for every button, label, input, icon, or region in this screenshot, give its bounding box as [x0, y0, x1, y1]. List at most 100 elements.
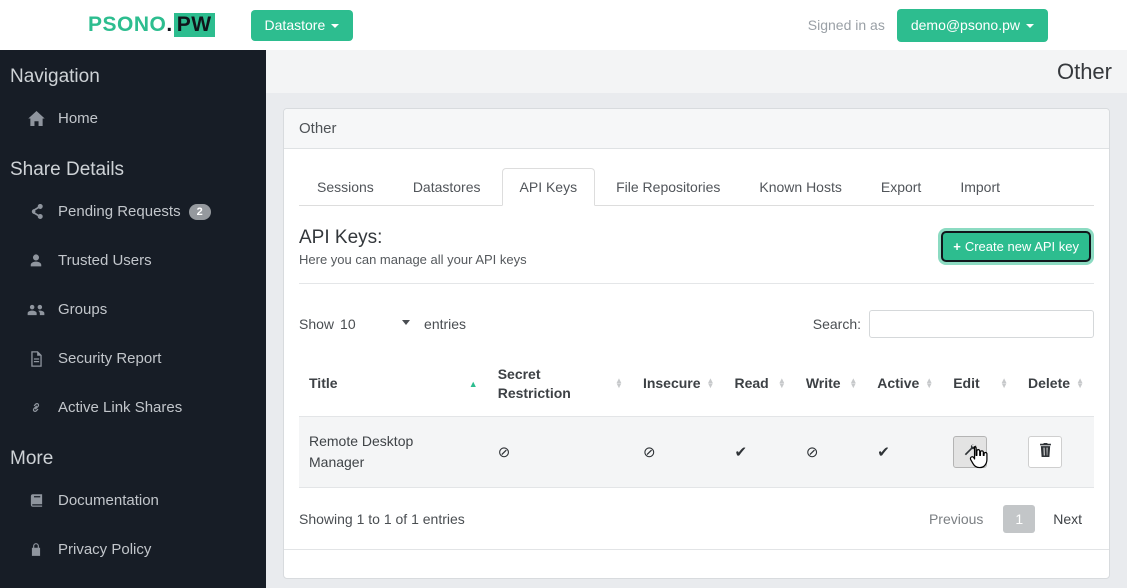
sort-asc-icon: ▲	[469, 379, 478, 389]
table-row: Remote Desktop Manager ⊘ ⊘ ✔ ⊘ ✔	[299, 416, 1094, 487]
user-icon	[27, 253, 45, 269]
sidebar-item-home[interactable]: Home	[0, 94, 266, 143]
table-info: Showing 1 to 1 of 1 entries	[299, 511, 465, 527]
pagination: Previous 1 Next	[915, 505, 1094, 533]
sidebar-item-label: Security Report	[58, 350, 161, 367]
sidebar-item-privacy-policy[interactable]: Privacy Policy	[0, 525, 266, 574]
pending-requests-count-badge: 2	[189, 204, 211, 220]
tab-datastores[interactable]: Datastores	[395, 168, 499, 206]
content-area: Other Sessions Datastores API Keys File …	[266, 93, 1127, 588]
check-icon: ✔	[877, 444, 890, 461]
trash-icon	[1039, 443, 1052, 460]
tab-import[interactable]: Import	[942, 168, 1018, 206]
tab-bar: Sessions Datastores API Keys File Reposi…	[299, 168, 1094, 206]
sort-icon: ▲▼	[849, 379, 857, 389]
api-key-title: Remote Desktop Manager	[309, 431, 434, 473]
section-divider	[299, 283, 1094, 284]
tab-file-repositories[interactable]: File Repositories	[598, 168, 738, 206]
api-keys-header: API Keys: Here you can manage all your A…	[299, 227, 1094, 267]
sidebar-item-groups[interactable]: Groups	[0, 285, 266, 334]
tab-export[interactable]: Export	[863, 168, 939, 206]
sidebar-section-share-details: Share Details	[0, 143, 266, 187]
sort-icon: ▲▼	[707, 379, 715, 389]
caret-down-icon	[331, 24, 339, 28]
sidebar-item-trusted-users[interactable]: Trusted Users	[0, 236, 266, 285]
logo-dot: .	[166, 13, 172, 37]
column-header-read[interactable]: Read▲▼	[724, 352, 795, 416]
api-keys-subheading: Here you can manage all your API keys	[299, 252, 527, 267]
tab-known-hosts[interactable]: Known Hosts	[741, 168, 859, 206]
datastore-dropdown-button[interactable]: Datastore	[251, 10, 354, 41]
user-account-dropdown-button[interactable]: demo@psono.pw	[897, 9, 1048, 42]
tab-api-keys[interactable]: API Keys	[502, 168, 596, 206]
entries-label: entries	[424, 316, 466, 332]
topbar: PSONO.PW Datastore Signed in as demo@pso…	[0, 0, 1127, 50]
other-panel: Other Sessions Datastores API Keys File …	[283, 108, 1110, 579]
show-label: Show	[299, 316, 334, 332]
column-header-title[interactable]: Title▲	[299, 352, 488, 416]
sort-icon: ▲▼	[1000, 379, 1008, 389]
wrench-icon	[963, 443, 977, 460]
sort-icon: ▲▼	[778, 379, 786, 389]
create-new-api-key-label: Create new API key	[965, 239, 1079, 254]
column-header-edit[interactable]: Edit▲▼	[943, 352, 1018, 416]
lock-icon	[27, 542, 45, 558]
pagination-next[interactable]: Next	[1041, 505, 1094, 533]
user-email-label: demo@psono.pw	[911, 17, 1020, 33]
sidebar-section-more: More	[0, 432, 266, 476]
sidebar-item-label: Documentation	[58, 492, 159, 509]
sidebar-section-navigation: Navigation	[0, 50, 266, 94]
column-header-delete[interactable]: Delete▲▼	[1018, 352, 1094, 416]
file-text-icon	[27, 351, 45, 367]
link-icon	[27, 400, 45, 416]
page-header: Other	[266, 50, 1127, 93]
caret-down-icon	[1026, 24, 1034, 28]
sidebar-item-label: Home	[58, 110, 98, 127]
sidebar-item-label: Privacy Policy	[58, 541, 151, 558]
search-label: Search:	[813, 316, 861, 332]
users-group-icon	[27, 302, 45, 318]
main-content: Other Other Sessions Datastores API Keys…	[266, 50, 1127, 588]
check-icon: ✔	[734, 444, 747, 461]
ban-icon: ⊘	[806, 444, 819, 461]
page-title: Other	[1057, 59, 1112, 85]
panel-title: Other	[284, 109, 1109, 149]
share-icon	[27, 204, 45, 220]
panel-footer	[284, 549, 1109, 578]
column-header-insecure[interactable]: Insecure▲▼	[633, 352, 725, 416]
column-header-secret-restriction[interactable]: Secret Restriction▲▼	[488, 352, 633, 416]
sidebar-item-label: Trusted Users	[58, 252, 152, 269]
pagination-previous[interactable]: Previous	[915, 505, 997, 533]
delete-api-key-button[interactable]	[1028, 436, 1062, 468]
table-footer: Showing 1 to 1 of 1 entries Previous 1 N…	[299, 505, 1094, 533]
sort-icon: ▲▼	[925, 379, 933, 389]
search-input[interactable]	[869, 310, 1094, 338]
book-icon	[27, 493, 45, 509]
sidebar-item-security-report[interactable]: Security Report	[0, 334, 266, 383]
page-size-select[interactable]: 10	[340, 316, 418, 332]
sidebar-item-label: Pending Requests	[58, 203, 181, 220]
ban-icon: ⊘	[643, 444, 656, 461]
sort-icon: ▲▼	[615, 379, 623, 389]
sidebar-item-documentation[interactable]: Documentation	[0, 476, 266, 525]
column-header-active[interactable]: Active▲▼	[867, 352, 943, 416]
sidebar-item-active-link-shares[interactable]: Active Link Shares	[0, 383, 266, 432]
datastore-dropdown-label: Datastore	[265, 17, 326, 33]
home-icon	[27, 111, 45, 127]
pagination-page-1[interactable]: 1	[1003, 505, 1035, 533]
tab-sessions[interactable]: Sessions	[299, 168, 392, 206]
create-new-api-key-button[interactable]: + Create new API key	[941, 231, 1091, 262]
api-keys-heading: API Keys:	[299, 227, 527, 249]
logo-text-secondary: PW	[174, 13, 215, 37]
signed-in-as-label: Signed in as	[808, 17, 885, 33]
column-header-write[interactable]: Write▲▼	[796, 352, 867, 416]
panel-body: Sessions Datastores API Keys File Reposi…	[284, 149, 1109, 533]
sidebar-item-label: Groups	[58, 301, 107, 318]
ban-icon: ⊘	[498, 444, 511, 461]
psono-logo[interactable]: PSONO.PW	[88, 13, 215, 37]
plus-icon: +	[953, 239, 961, 254]
sidebar-item-pending-requests[interactable]: Pending Requests 2	[0, 187, 266, 236]
edit-api-key-button[interactable]	[953, 436, 987, 468]
table-controls: Show 10 entries Search:	[299, 310, 1094, 338]
logo-text-primary: PSONO	[88, 13, 166, 37]
